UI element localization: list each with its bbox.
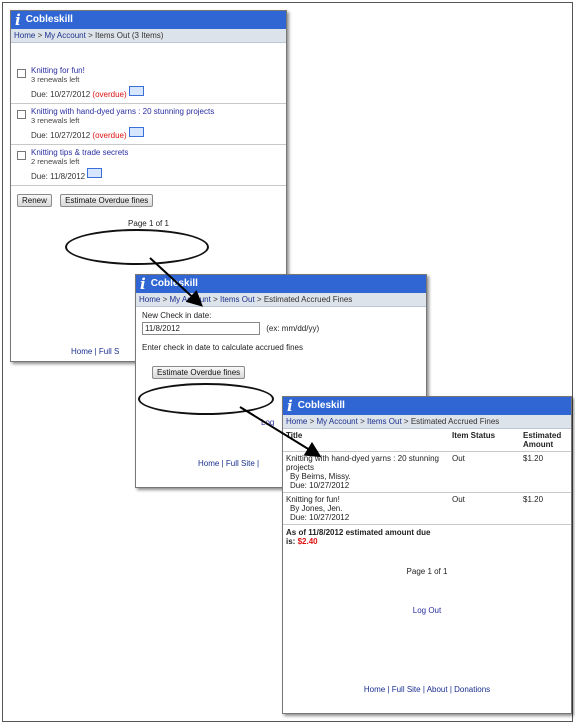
highlight-oval	[65, 229, 209, 265]
renewals-text: 2 renewals left	[31, 157, 80, 166]
footer-links[interactable]: Home | Full Site | About | Donations	[283, 685, 571, 694]
logo-icon: i	[140, 275, 146, 293]
info-icon[interactable]	[128, 127, 144, 137]
item-title-link[interactable]: Knitting tips & trade secrets	[31, 148, 282, 157]
row-author: By Beirns, Missy.	[290, 472, 351, 481]
date-format-hint: (ex: mm/dd/yy)	[266, 324, 320, 333]
breadcrumb-current: Estimated Accrued Fines	[410, 417, 500, 426]
footer-links[interactable]: Home | Full S	[71, 347, 119, 356]
row-due: Due: 10/27/2012	[290, 513, 350, 522]
footer-links[interactable]: Home | Full Site |	[198, 459, 259, 468]
table-row: Knitting with hand-dyed yarns : 20 stunn…	[283, 452, 571, 493]
due-date: Due: 10/27/2012 (overdue)	[31, 127, 282, 141]
instruction-text: Enter check in date to calculate accrued…	[142, 343, 303, 352]
logout-link[interactable]: Log Out	[283, 606, 571, 615]
breadcrumb-home[interactable]: Home	[14, 31, 35, 40]
highlight-oval	[138, 383, 274, 415]
breadcrumb-home[interactable]: Home	[139, 295, 160, 304]
row-due: Due: 10/27/2012	[290, 481, 350, 490]
info-icon[interactable]	[128, 86, 144, 96]
app-header: i Cobleskill	[11, 11, 286, 29]
checkin-date-input[interactable]: 11/8/2012	[142, 322, 260, 335]
list-item: Knitting with hand-dyed yarns : 20 stunn…	[11, 104, 286, 145]
renewals-text: 3 renewals left	[31, 75, 80, 84]
row-author: By Jones, Jen.	[290, 504, 343, 513]
fines-table: Title Item Status Estimated Amount Knitt…	[283, 429, 571, 525]
item-title-link[interactable]: Knitting with hand-dyed yarns : 20 stunn…	[31, 107, 282, 116]
due-date: Due: 11/8/2012	[31, 168, 282, 182]
column-title: Title	[286, 431, 303, 440]
table-row: Knitting for fun! By Jones, Jen. Due: 10…	[283, 493, 571, 525]
column-amount: Estimated Amount	[523, 431, 562, 449]
row-title: Knitting with hand-dyed yarns : 20 stunn…	[286, 454, 439, 472]
row-status: Out	[452, 454, 465, 463]
breadcrumb-current: Items Out (3 Items)	[94, 31, 164, 40]
renew-button[interactable]: Renew	[17, 194, 52, 207]
item-checkbox[interactable]	[17, 110, 26, 119]
breadcrumb-home[interactable]: Home	[286, 417, 307, 426]
app-header: i Cobleskill	[136, 275, 426, 293]
total-due: As of 11/8/2012 estimated amount due is:…	[283, 525, 439, 549]
renewals-text: 3 renewals left	[31, 116, 80, 125]
total-amount: $2.40	[297, 537, 318, 546]
overdue-label: (overdue)	[92, 90, 127, 100]
estimate-overdue-fines-button[interactable]: Estimate Overdue fines	[60, 194, 154, 207]
app-header: i Cobleskill	[283, 397, 571, 415]
app-title: Cobleskill	[150, 278, 198, 289]
row-status: Out	[452, 495, 465, 504]
logo-icon: i	[287, 397, 293, 415]
estimated-fines-results-screen: i Cobleskill Home > My Account > Items Ou…	[282, 396, 572, 714]
item-checkbox[interactable]	[17, 69, 26, 78]
info-icon[interactable]	[87, 168, 103, 178]
app-title: Cobleskill	[25, 14, 73, 25]
breadcrumb-items-out[interactable]: Items Out	[220, 295, 255, 304]
breadcrumb-my-account[interactable]: My Account	[44, 31, 85, 40]
item-checkbox[interactable]	[17, 151, 26, 160]
list-item: Knitting tips & trade secrets 2 renewals…	[11, 145, 286, 186]
estimate-overdue-fines-button[interactable]: Estimate Overdue fines	[152, 366, 246, 379]
due-date: Due: 10/27/2012 (overdue)	[31, 86, 282, 100]
list-item: Knitting for fun! 3 renewals left Due: 1…	[11, 63, 286, 104]
breadcrumb-my-account[interactable]: My Account	[169, 295, 210, 304]
table-header-row: Title Item Status Estimated Amount	[283, 429, 571, 452]
breadcrumb: Home > My Account > Items Out (3 Items)	[11, 29, 286, 43]
row-title: Knitting for fun!	[286, 495, 340, 504]
breadcrumb-current: Estimated Accrued Fines	[263, 295, 353, 304]
pager: Page 1 of 1	[406, 567, 448, 576]
checkin-date-label: New Check in date:	[142, 311, 212, 320]
overdue-label: (overdue)	[92, 131, 127, 141]
breadcrumb: Home > My Account > Items Out > Estimate…	[283, 415, 571, 429]
breadcrumb-items-out[interactable]: Items Out	[367, 417, 402, 426]
row-amount: $1.20	[523, 495, 544, 504]
logout-link[interactable]: Log	[261, 418, 274, 427]
breadcrumb-my-account[interactable]: My Account	[316, 417, 357, 426]
row-amount: $1.20	[523, 454, 544, 463]
item-title-link[interactable]: Knitting for fun!	[31, 66, 282, 75]
pager: Page 1 of 1	[128, 219, 169, 228]
column-status: Item Status	[452, 431, 496, 440]
breadcrumb: Home > My Account > Items Out > Estimate…	[136, 293, 426, 307]
app-title: Cobleskill	[297, 400, 345, 411]
logo-icon: i	[15, 11, 21, 29]
